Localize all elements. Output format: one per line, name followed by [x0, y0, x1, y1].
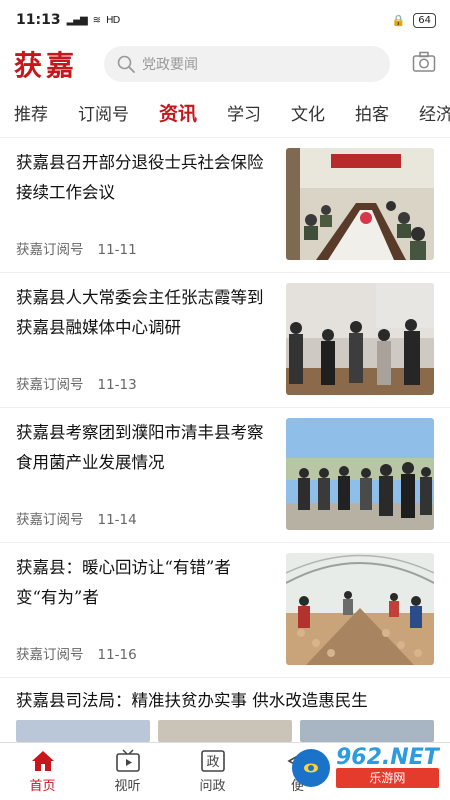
- news-date: 11-14: [97, 512, 137, 528]
- site-watermark: 962.NET 乐游网: [292, 742, 442, 794]
- lock-icon: 🔒: [391, 13, 406, 27]
- nav-politics-label: 问政: [199, 779, 226, 794]
- tab-study[interactable]: 学习: [227, 100, 261, 125]
- news-list: 获嘉县召开部分退役士兵社会保险接续工作会议 获嘉订阅号 11-11 获嘉县人大常委…: [0, 138, 450, 800]
- tab-paike[interactable]: 拍客: [355, 100, 389, 125]
- hd-label: HD: [106, 14, 120, 26]
- watermark-text: 962.NET: [336, 745, 439, 770]
- news-title: 获嘉县人大常委会主任张志霞等到获嘉县融媒体中心调研: [16, 288, 264, 337]
- svg-text:政: 政: [206, 755, 219, 770]
- tab-recommend[interactable]: 推荐: [14, 100, 48, 125]
- tab-economy[interactable]: 经济: [419, 100, 450, 125]
- news-date: 11-11: [97, 242, 137, 258]
- zheng-icon: 政: [200, 750, 225, 772]
- app-header: 获嘉 党政要闻: [0, 40, 450, 88]
- status-bar: 11:13 ▂▄▆ ≋ HD 🔒 64: [0, 0, 450, 40]
- news-meta: 获嘉订阅号 11-14: [16, 508, 137, 528]
- tab-news[interactable]: 资讯: [159, 99, 197, 126]
- news-source: 获嘉订阅号: [16, 512, 84, 528]
- battery-indicator: 64: [413, 12, 436, 28]
- news-item[interactable]: 获嘉县召开部分退役士兵社会保险接续工作会议 获嘉订阅号 11-11: [0, 138, 450, 273]
- news-item[interactable]: 获嘉县人大常委会主任张志霞等到获嘉县融媒体中心调研 获嘉订阅号 11-13: [0, 273, 450, 408]
- news-thumbnail: [286, 553, 434, 665]
- tab-subscription[interactable]: 订阅号: [78, 100, 129, 125]
- news-thumbnail: [286, 148, 434, 260]
- category-tabs: 推荐 订阅号 资讯 学习 文化 拍客 经济: [0, 88, 450, 138]
- search-icon: [117, 55, 135, 73]
- nav-media-label: 视听: [114, 779, 141, 794]
- news-title: 获嘉县司法局：精准扶贫办实事 供水改造惠民生: [16, 691, 368, 710]
- tv-icon: [115, 749, 140, 772]
- tab-culture[interactable]: 文化: [291, 100, 325, 125]
- search-placeholder: 党政要闻: [142, 57, 198, 73]
- status-time: 11:13: [16, 12, 61, 28]
- watermark-subtext: 乐游网: [336, 768, 439, 788]
- news-title: 获嘉县考察团到濮阳市清丰县考察食用菌产业发展情况: [16, 423, 264, 472]
- news-date: 11-16: [97, 647, 137, 663]
- search-bar[interactable]: 党政要闻: [104, 46, 390, 82]
- news-meta: 获嘉订阅号 11-16: [16, 643, 137, 663]
- camera-button[interactable]: [412, 51, 436, 77]
- app-logo: 获嘉: [14, 49, 79, 82]
- news-image-strip: [16, 720, 434, 742]
- home-icon: [31, 751, 54, 771]
- news-meta: 获嘉订阅号 11-11: [16, 238, 137, 258]
- news-title: 获嘉县：暖心回访让“有错”者变“有为”者: [16, 558, 231, 607]
- nav-home-label: 首页: [29, 779, 56, 794]
- news-source: 获嘉订阅号: [16, 647, 84, 663]
- news-thumbnail: [286, 418, 434, 530]
- news-source: 获嘉订阅号: [16, 377, 84, 393]
- news-title: 获嘉县召开部分退役士兵社会保险接续工作会议: [16, 153, 264, 202]
- news-item[interactable]: 获嘉县：暖心回访让“有错”者变“有为”者 获嘉订阅号 11-16: [0, 543, 450, 678]
- watermark-logo-icon: [292, 749, 330, 787]
- news-meta: 获嘉订阅号 11-13: [16, 373, 137, 393]
- camera-icon: [412, 51, 436, 72]
- news-date: 11-13: [97, 377, 137, 393]
- nav-media[interactable]: 视听: [85, 743, 170, 800]
- news-thumbnail: [286, 283, 434, 395]
- nav-politics[interactable]: 政 问政: [170, 743, 255, 800]
- wifi-icon: ≋: [92, 14, 101, 26]
- signal-icon: ▂▄▆: [66, 14, 88, 26]
- news-source: 获嘉订阅号: [16, 242, 84, 258]
- news-item[interactable]: 获嘉县考察团到濮阳市清丰县考察食用菌产业发展情况 获嘉订阅号 11-14: [0, 408, 450, 543]
- nav-home[interactable]: 首页: [0, 743, 85, 800]
